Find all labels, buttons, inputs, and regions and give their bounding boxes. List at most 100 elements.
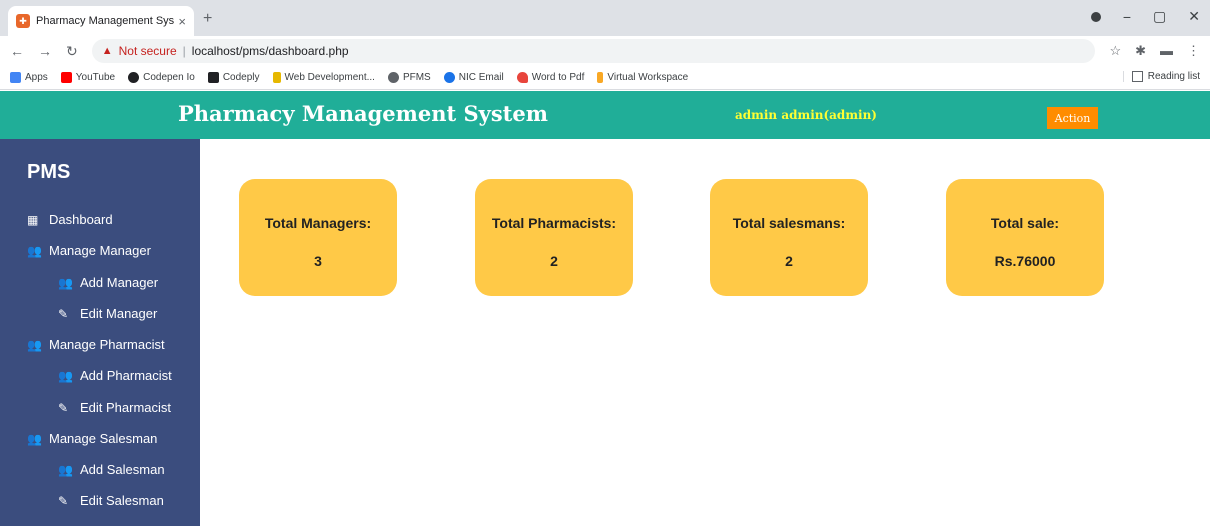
codepen-icon [128, 72, 140, 83]
reading-list-label: Reading list [1147, 71, 1200, 82]
bookmark-virtual-workspace[interactable]: Virtual Workspace [597, 72, 688, 83]
bookmark-label: Virtual Workspace [607, 72, 689, 83]
sidebar-item-edit-pharmacist[interactable]: ✎ Edit Pharmacist [58, 400, 171, 415]
sidebar-item-manage-pharmacist[interactable]: 👥 Manage Pharmacist [27, 337, 165, 352]
pharmacy-favicon-icon: ✚ [16, 14, 30, 28]
edit-icon: ✎ [58, 306, 69, 321]
sidebar-item-label: Add Pharmacist [80, 368, 172, 383]
bookmark-label: Codepen Io [143, 72, 195, 83]
back-icon[interactable]: ← [10, 43, 24, 59]
bookmark-pfms[interactable]: PFMS [387, 72, 431, 83]
bookmark-codepen[interactable]: Codepen Io [128, 72, 195, 83]
extensions-icon[interactable]: ✱ [1135, 43, 1146, 59]
profile-icon[interactable] [1090, 11, 1101, 22]
sidebar-item-label: Edit Manager [80, 306, 158, 321]
bookmark-youtube[interactable]: YouTube [60, 72, 115, 83]
tab-title: Pharmacy Management System [36, 15, 175, 27]
user-plus-icon: 👥 [27, 243, 42, 258]
bookmark-label: NIC Email [458, 72, 504, 83]
sidebar-item-label: Edit Salesman [80, 493, 164, 508]
minimize-icon[interactable]: − [1123, 9, 1131, 25]
address-bar[interactable]: ▲ Not secure | localhost/pms/dashboard.p… [91, 39, 1096, 63]
card-total-salesmans: Total salesmans: 2 [710, 179, 868, 296]
sidebar-item-manage-salesman[interactable]: 👥 Manage Salesman [27, 431, 157, 446]
codeply-icon [207, 72, 219, 83]
sidebar-brand: PMS [27, 161, 71, 183]
card-label: Total salesmans: [732, 215, 846, 231]
window-controls: − ▢ ✕ [1090, 8, 1200, 25]
heart-icon [516, 72, 528, 83]
bookmark-label: Web Development... [284, 72, 375, 83]
browser-tabstrip: ✚ Pharmacy Management System × + − ▢ ✕ [0, 0, 1210, 36]
user-plus-icon: 👥 [58, 275, 73, 290]
youtube-icon [60, 72, 72, 83]
sidebar-item-label: Add Manager [80, 275, 159, 290]
new-tab-button[interactable]: + [203, 10, 212, 28]
sidebar-item-label: Manage Manager [49, 243, 151, 258]
card-label: Total Managers: [264, 215, 372, 231]
bookmark-label: Apps [25, 72, 48, 83]
email-at-icon [443, 72, 455, 83]
extension-badge-icon[interactable]: ▬ [1160, 43, 1173, 59]
user-name: admin admin(admin) [735, 108, 877, 122]
card-total-managers: Total Managers: 3 [239, 179, 397, 296]
sidebar-item-label: Manage Salesman [49, 431, 158, 446]
tab-close-icon[interactable]: × [178, 14, 186, 29]
warning-icon: ▲ [101, 45, 113, 57]
close-window-icon[interactable]: ✕ [1188, 8, 1200, 25]
edit-icon: ✎ [58, 493, 69, 508]
virtual-workspace-icon [597, 72, 604, 83]
not-secure-label[interactable]: Not secure [119, 44, 177, 58]
sidebar-item-dashboard[interactable]: ▦ Dashboard [27, 212, 113, 227]
user-plus-icon: 👥 [58, 368, 73, 383]
folder-icon [272, 72, 281, 83]
sidebar-item-edit-manager[interactable]: ✎ Edit Manager [58, 306, 157, 321]
table-icon: ▦ [27, 212, 39, 227]
app-header: Pharmacy Management System admin admin(a… [0, 91, 1210, 139]
bookmark-apps[interactable]: Apps [10, 72, 48, 83]
reading-list-icon [1131, 71, 1143, 82]
card-label: Total sale: [990, 215, 1060, 231]
bookmark-label: Word to Pdf [531, 72, 585, 83]
sidebar-item-label: Add Salesman [80, 462, 165, 477]
menu-icon[interactable]: ⋮ [1187, 43, 1200, 59]
star-icon[interactable]: ☆ [1109, 43, 1121, 59]
sidebar-item-edit-salesman[interactable]: ✎ Edit Salesman [58, 493, 164, 508]
address-separator: | [182, 44, 186, 58]
bookmark-word-to-pdf[interactable]: Word to Pdf [516, 72, 585, 83]
app-title: Pharmacy Management System [178, 101, 548, 126]
sidebar: PMS ▦ Dashboard 👥 Manage Manager 👥 Add Mana… [0, 139, 200, 526]
card-total-pharmacists: Total Pharmacists: 2 [475, 179, 633, 296]
apps-grid-icon [10, 72, 21, 83]
user-plus-icon: 👥 [27, 431, 42, 446]
forward-icon[interactable]: → [38, 43, 52, 59]
bookmarks-bar: Apps YouTube Codepen Io Codeply Web Deve… [0, 66, 1210, 90]
globe-icon [387, 72, 399, 83]
reading-list-button[interactable]: Reading list [1122, 71, 1200, 82]
reload-icon[interactable]: ↻ [66, 43, 78, 60]
card-value: 2 [785, 253, 793, 269]
maximize-icon[interactable]: ▢ [1153, 8, 1166, 25]
card-value: 3 [314, 253, 322, 269]
edit-icon: ✎ [58, 400, 69, 415]
card-total-sale: Total sale: Rs.76000 [946, 179, 1104, 296]
sidebar-item-label: Edit Pharmacist [80, 400, 172, 415]
card-label: Total Pharmacists: [491, 215, 617, 231]
browser-tab[interactable]: ✚ Pharmacy Management System × [8, 6, 194, 36]
sidebar-item-add-manager[interactable]: 👥 Add Manager [58, 275, 158, 290]
user-plus-icon: 👥 [58, 462, 73, 477]
card-value: Rs.76000 [994, 253, 1056, 269]
url-text[interactable]: localhost/pms/dashboard.php [192, 44, 349, 58]
sidebar-item-label: Manage Pharmacist [49, 337, 165, 352]
action-button[interactable]: Action [1047, 107, 1098, 129]
user-plus-icon: 👥 [27, 337, 42, 352]
bookmark-nic-email[interactable]: NIC Email [443, 72, 504, 83]
sidebar-item-add-salesman[interactable]: 👥 Add Salesman [58, 462, 165, 477]
bookmark-codeply[interactable]: Codeply [207, 72, 260, 83]
card-value: 2 [550, 253, 558, 269]
sidebar-item-manage-manager[interactable]: 👥 Manage Manager [27, 243, 151, 258]
toolbar-actions: ☆ ✱ ▬ ⋮ [1109, 43, 1200, 59]
sidebar-item-add-pharmacist[interactable]: 👥 Add Pharmacist [58, 368, 172, 383]
bookmark-label: Codeply [222, 72, 260, 83]
bookmark-web-development[interactable]: Web Development... [272, 72, 375, 83]
